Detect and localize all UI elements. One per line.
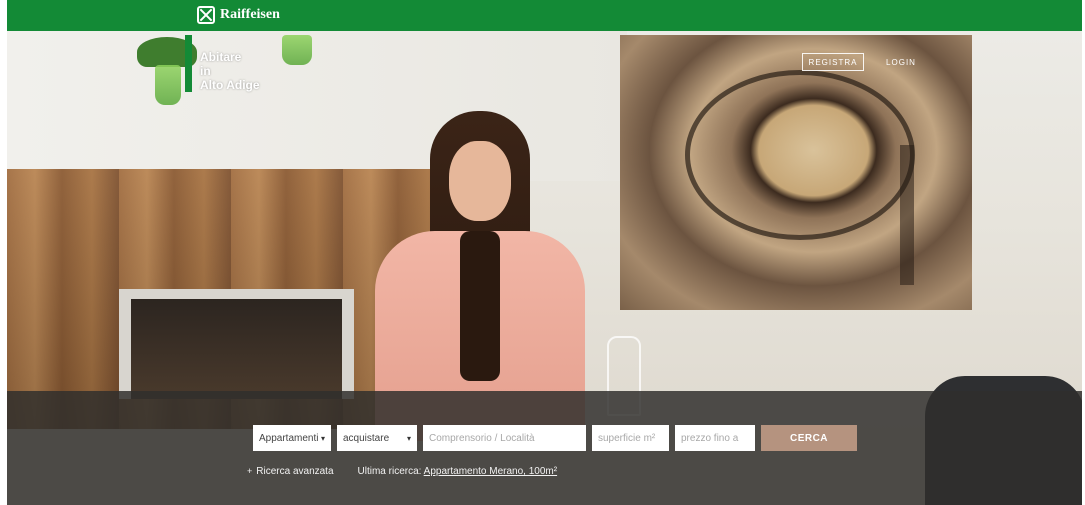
raiffeisen-logo[interactable]: Raiffeisen xyxy=(197,6,280,24)
price-field[interactable] xyxy=(681,432,749,444)
fireplace xyxy=(119,289,354,399)
transaction-type-value: acquistare xyxy=(343,432,390,444)
area-input[interactable] xyxy=(592,425,669,451)
price-input[interactable] xyxy=(675,425,755,451)
advanced-search-link[interactable]: + Ricerca avanzata xyxy=(247,466,334,477)
register-button[interactable]: REGISTRA xyxy=(802,53,864,71)
logo-text: Raiffeisen xyxy=(220,7,280,22)
property-type-select[interactable]: Appartamenti ▾ xyxy=(253,425,331,451)
last-search-link[interactable]: Appartamento Merano, 100m² xyxy=(424,466,557,477)
plus-icon: + xyxy=(247,466,253,476)
login-button[interactable]: LOGIN xyxy=(879,53,923,71)
last-search: Ultima ricerca: Appartamento Merano, 100… xyxy=(358,466,558,477)
area-field[interactable] xyxy=(598,432,663,444)
site-title-line3: Alto Adige xyxy=(200,78,260,92)
property-type-value: Appartamenti xyxy=(259,432,319,444)
advanced-search-label: Ricerca avanzata xyxy=(256,466,334,477)
location-input[interactable] xyxy=(423,425,586,451)
site-title-line2: in xyxy=(200,64,211,78)
search-links: + Ricerca avanzata Ultima ricerca: Appart… xyxy=(247,466,557,477)
transaction-type-select[interactable]: acquistare ▾ xyxy=(337,425,417,451)
search-button[interactable]: CERCA xyxy=(761,425,857,451)
location-field[interactable] xyxy=(429,432,580,444)
chevron-down-icon: ▾ xyxy=(320,433,325,443)
page: Raiffeisen Abitare in Alto Adige REGISTR… xyxy=(7,0,1082,505)
chevron-down-icon: ▾ xyxy=(406,433,411,443)
painting xyxy=(620,35,972,310)
site-title-line1: Abitare xyxy=(200,50,242,64)
top-bar: Raiffeisen xyxy=(7,0,1082,31)
brand-accent-bar xyxy=(185,35,192,92)
last-search-prefix: Ultima ricerca: xyxy=(357,466,422,477)
pendant-lamp xyxy=(155,65,181,105)
pendant-lamp xyxy=(282,35,312,65)
site-title[interactable]: Abitare in Alto Adige xyxy=(200,50,260,92)
raiffeisen-cross-icon xyxy=(197,6,215,24)
